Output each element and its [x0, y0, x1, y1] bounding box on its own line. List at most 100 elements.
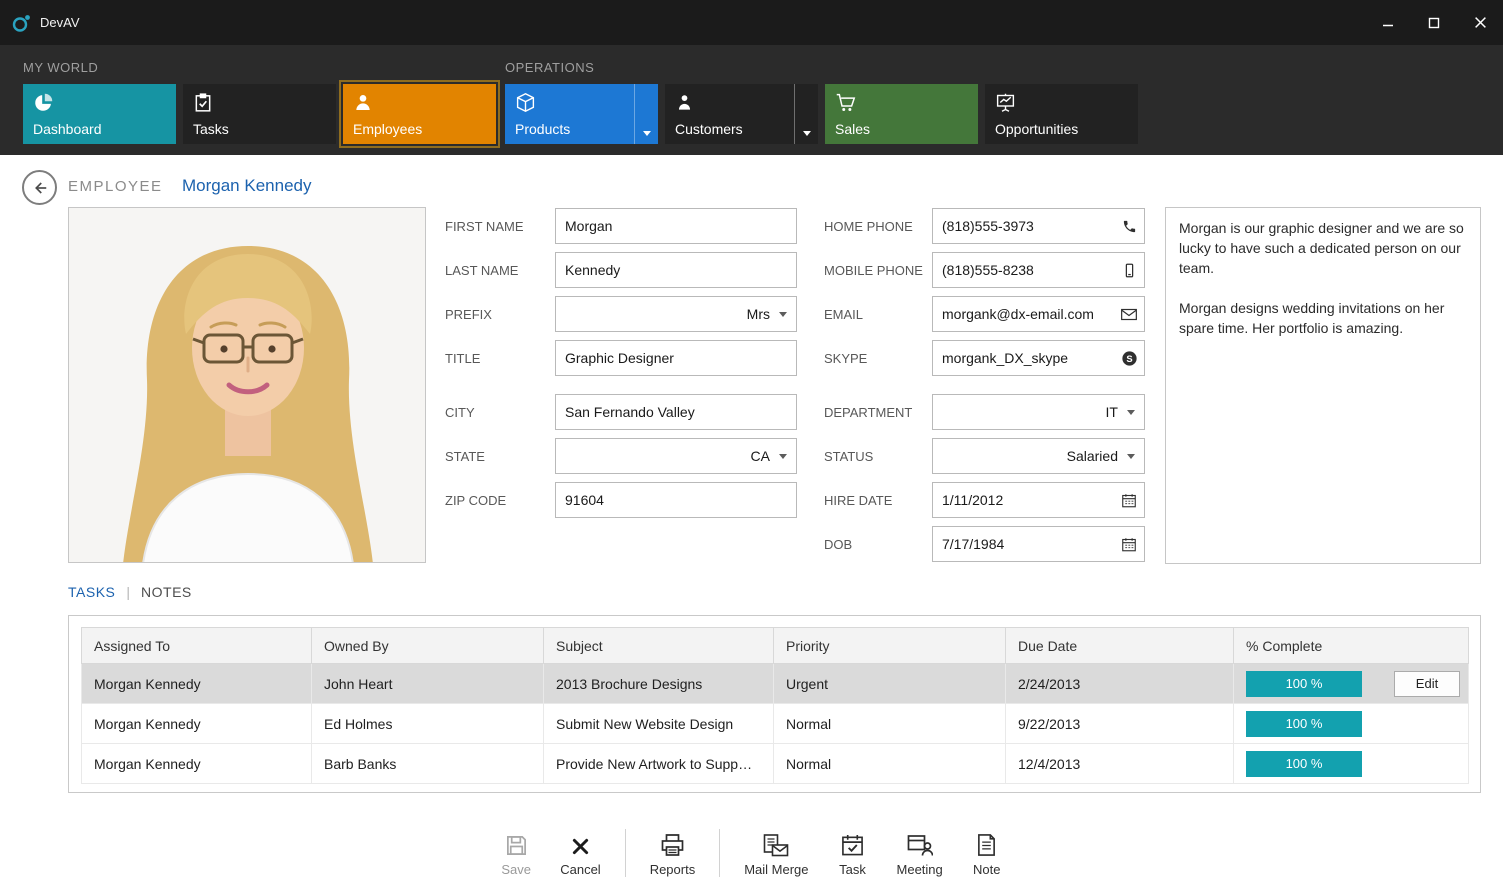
ribbon-button-products[interactable]: Products [505, 84, 658, 144]
chevron-down-icon [803, 131, 811, 136]
dob-field [932, 526, 1145, 562]
tab-tasks[interactable]: TASKS [68, 584, 115, 600]
last-name-label: LAST NAME [445, 263, 555, 278]
phone-icon[interactable] [1114, 209, 1144, 243]
state-select[interactable]: CA [555, 438, 797, 474]
detail-tabs: TASKS | NOTES [68, 584, 192, 600]
home-phone-field [932, 208, 1145, 244]
svg-text:S: S [1126, 353, 1132, 363]
cancel-button[interactable]: Cancel [560, 829, 600, 877]
notes-paragraph: Morgan is our graphic designer and we ar… [1179, 218, 1467, 278]
last-name-input[interactable] [556, 253, 796, 287]
hire-date-label: HIRE DATE [824, 493, 932, 508]
task-calendar-icon [841, 829, 864, 857]
notes-paragraph: Morgan designs wedding invitations on he… [1179, 298, 1467, 338]
title-input[interactable] [556, 341, 796, 375]
calendar-icon[interactable] [1114, 527, 1144, 561]
dob-input[interactable] [933, 527, 1114, 561]
mobile-phone-field [932, 252, 1145, 288]
meeting-icon [907, 829, 933, 857]
progress-badge: 100 % [1246, 711, 1362, 737]
ribbon-button-tasks[interactable]: Tasks [183, 84, 336, 144]
customers-dropdown-arrow[interactable] [794, 84, 818, 144]
cell-subject: 2013 Brochure Designs [544, 664, 774, 704]
customers-icon [675, 92, 784, 118]
col-header-priority[interactable]: Priority [774, 628, 1006, 664]
tasks-table: Assigned To Owned By Subject Priority Du… [81, 627, 1469, 784]
cell-percent-complete: 100 % Edit [1234, 664, 1469, 704]
sales-icon [835, 92, 968, 118]
close-button[interactable] [1457, 0, 1503, 45]
page-title: Morgan Kennedy [182, 176, 311, 196]
tab-separator: | [126, 584, 130, 600]
prefix-select[interactable]: Mrs [555, 296, 797, 332]
status-select[interactable]: Salaried [932, 438, 1145, 474]
mobile-phone-label: MOBILE PHONE [824, 263, 932, 278]
ribbon-button-label: Employees [353, 121, 486, 137]
ribbon-button-label: Products [515, 121, 624, 137]
cell-percent-complete: 100 % [1234, 744, 1469, 784]
calendar-icon[interactable] [1114, 483, 1144, 517]
task-row[interactable]: Morgan Kennedy John Heart 2013 Brochure … [82, 664, 1469, 704]
skype-icon[interactable]: S [1114, 341, 1144, 375]
hire-date-field [932, 482, 1145, 518]
progress-badge: 100 % [1246, 671, 1362, 697]
ribbon-button-employees[interactable]: Employees [343, 84, 496, 144]
col-header-owned-by[interactable]: Owned By [312, 628, 544, 664]
save-icon [505, 829, 528, 857]
first-name-field [555, 208, 797, 244]
task-button[interactable]: Task [833, 829, 873, 877]
task-row[interactable]: Morgan Kennedy Ed Holmes Submit New Webs… [82, 704, 1469, 744]
email-input[interactable] [933, 297, 1114, 331]
email-field [932, 296, 1145, 332]
maximize-button[interactable] [1411, 0, 1457, 45]
table-header-row: Assigned To Owned By Subject Priority Du… [82, 628, 1469, 664]
ribbon-group-operations: OPERATIONS Products Customers [505, 60, 1138, 144]
mobile-icon[interactable] [1114, 253, 1144, 287]
dob-label: DOB [824, 537, 932, 552]
ribbon-button-sales[interactable]: Sales [825, 84, 978, 144]
save-button[interactable]: Save [496, 829, 536, 877]
hire-date-input[interactable] [933, 483, 1114, 517]
cell-percent-complete: 100 % [1234, 704, 1469, 744]
skype-input[interactable] [933, 341, 1114, 375]
first-name-input[interactable] [556, 209, 796, 243]
ribbon-button-dashboard[interactable]: Dashboard [23, 84, 176, 144]
chevron-down-icon [1127, 410, 1135, 415]
home-phone-input[interactable] [933, 209, 1114, 243]
ribbon-button-label: Tasks [193, 121, 326, 137]
employees-icon [353, 92, 486, 118]
notes-memo[interactable]: Morgan is our graphic designer and we ar… [1165, 207, 1481, 564]
back-button[interactable] [22, 170, 57, 205]
cell-assigned-to: Morgan Kennedy [82, 704, 312, 744]
col-header-percent-complete[interactable]: % Complete [1234, 628, 1469, 664]
mail-merge-button[interactable]: Mail Merge [744, 829, 808, 877]
cell-assigned-to: Morgan Kennedy [82, 744, 312, 784]
email-icon[interactable] [1114, 297, 1144, 331]
arrow-left-icon [30, 178, 50, 198]
skype-field: S [932, 340, 1145, 376]
col-header-assigned-to[interactable]: Assigned To [82, 628, 312, 664]
cell-due-date: 2/24/2013 [1006, 664, 1234, 704]
section-label: EMPLOYEE [68, 178, 163, 195]
minimize-button[interactable] [1365, 0, 1411, 45]
products-dropdown-arrow[interactable] [634, 84, 658, 144]
zip-input[interactable] [556, 483, 796, 517]
col-header-due-date[interactable]: Due Date [1006, 628, 1234, 664]
edit-button[interactable]: Edit [1394, 671, 1460, 697]
col-header-subject[interactable]: Subject [544, 628, 774, 664]
city-input[interactable] [556, 395, 796, 429]
reports-button[interactable]: Reports [650, 829, 696, 877]
note-button[interactable]: Note [967, 829, 1007, 877]
cell-priority: Urgent [774, 664, 1006, 704]
tab-notes[interactable]: NOTES [141, 584, 192, 600]
mobile-phone-input[interactable] [933, 253, 1114, 287]
department-select[interactable]: IT [932, 394, 1145, 430]
task-row[interactable]: Morgan Kennedy Barb Banks Provide New Ar… [82, 744, 1469, 784]
ribbon-button-label: Sales [835, 121, 968, 137]
state-label: STATE [445, 449, 555, 464]
meeting-button[interactable]: Meeting [897, 829, 943, 877]
ribbon-button-customers[interactable]: Customers [665, 84, 818, 144]
ribbon-button-opportunities[interactable]: Opportunities [985, 84, 1138, 144]
bottom-toolbar: Save Cancel Reports Mail Merge Task [0, 812, 1503, 894]
